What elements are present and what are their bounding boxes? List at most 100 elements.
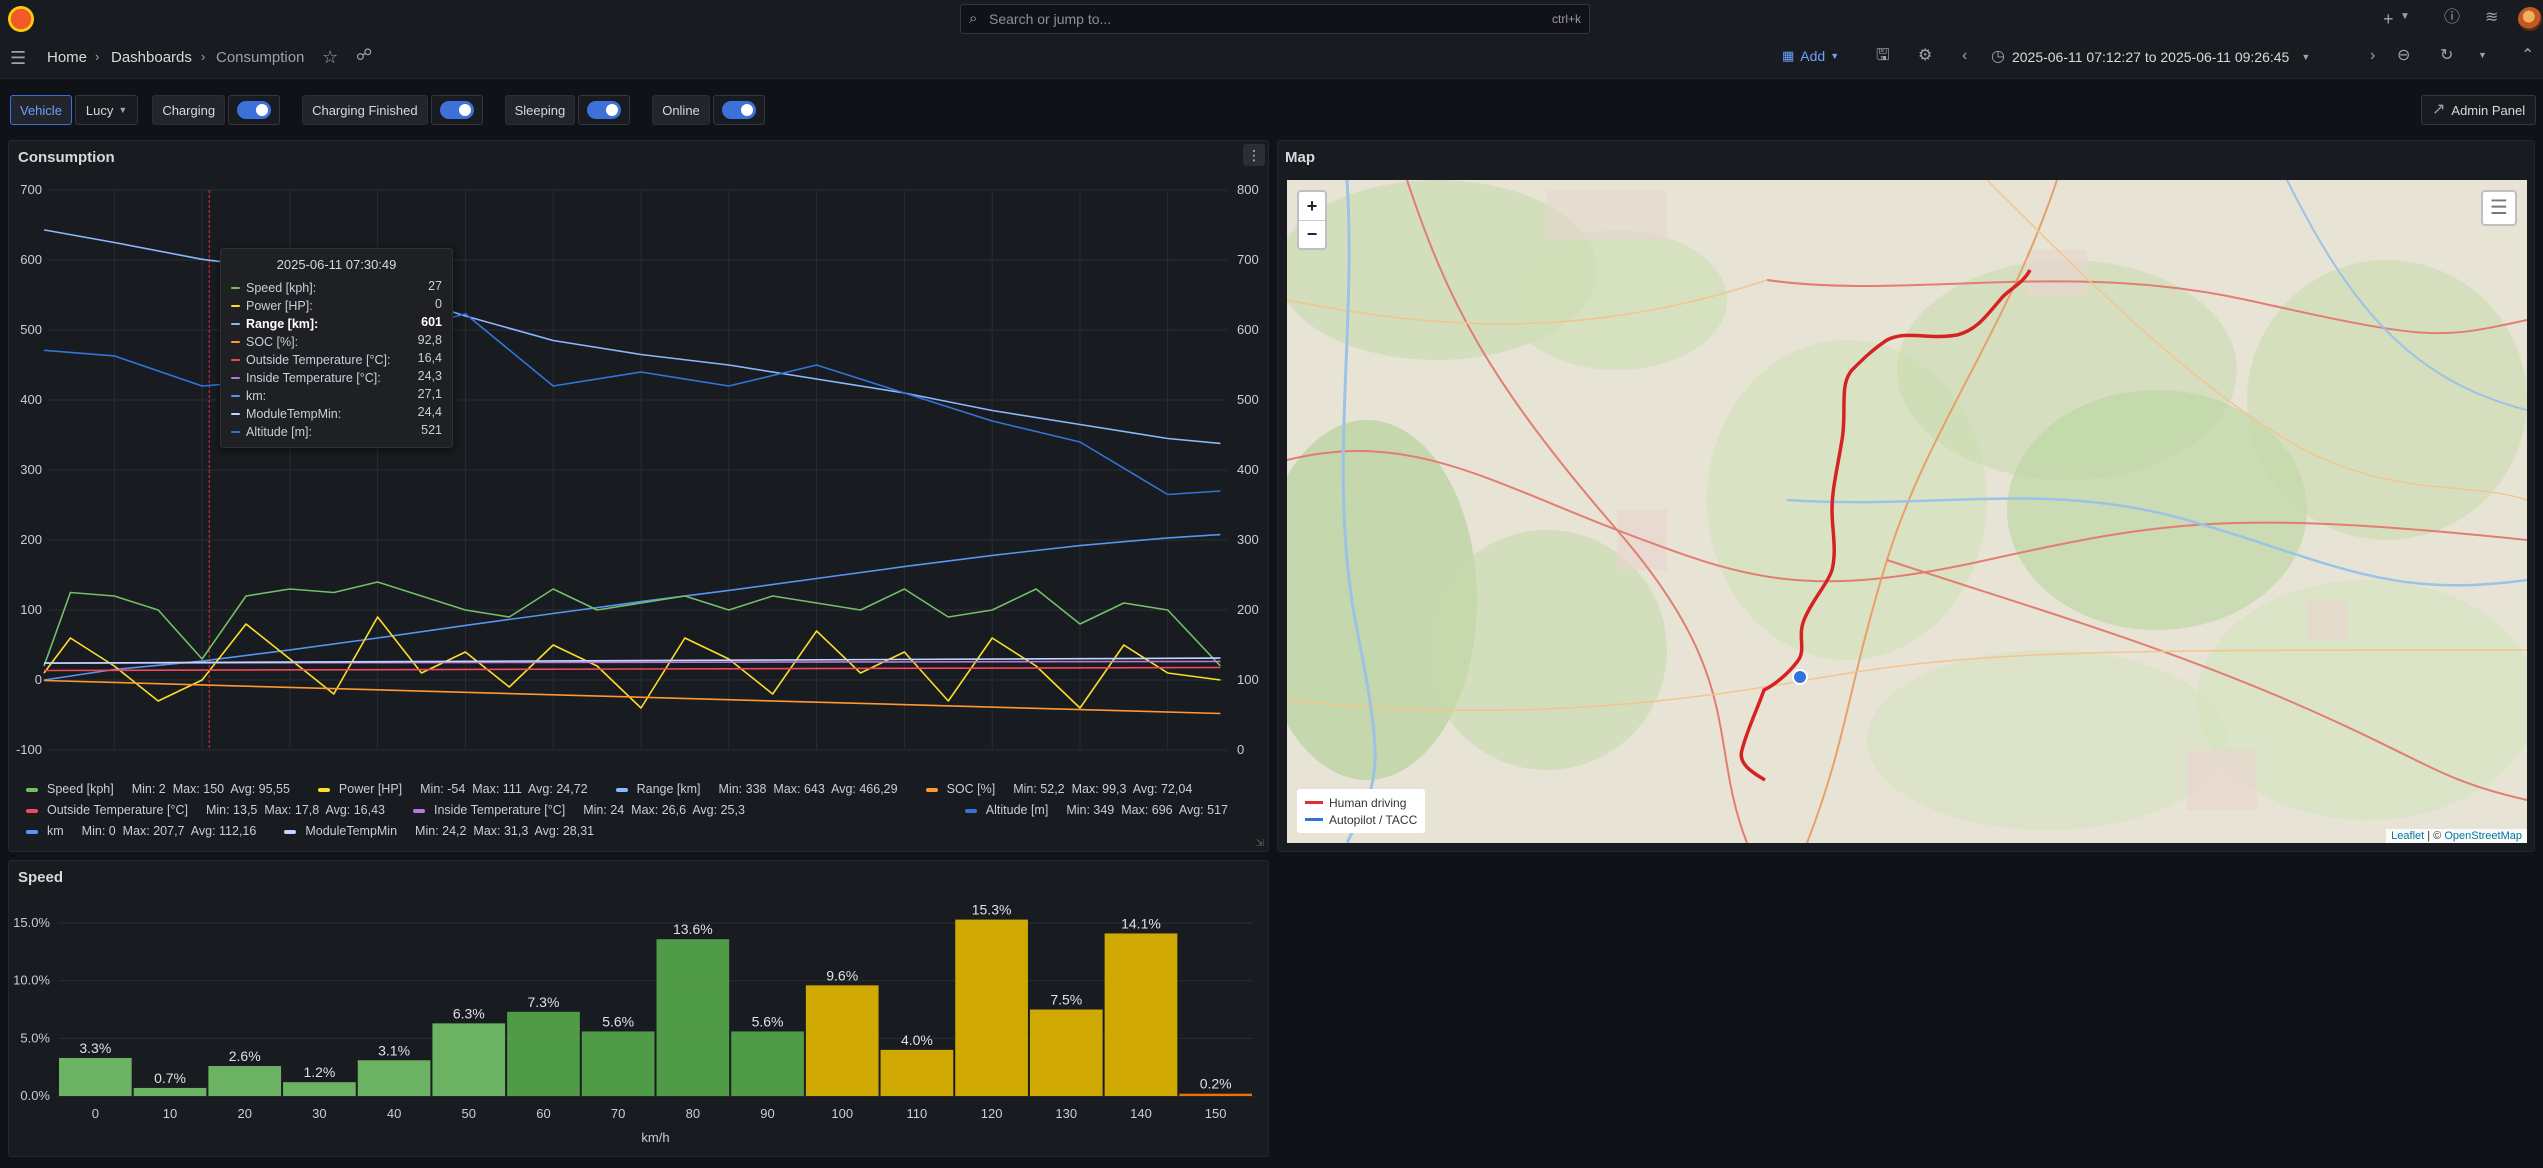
histogram-bar[interactable] xyxy=(880,1049,954,1096)
series-swatch xyxy=(964,808,977,813)
y-tick-label-right: 700 xyxy=(1237,252,1259,267)
legend-item[interactable]: SOC [%] Min: 52,2 Max: 99,3 Avg: 72,04 xyxy=(925,782,1192,796)
histogram-bar[interactable] xyxy=(357,1060,431,1096)
series-line[interactable] xyxy=(43,666,1221,672)
news-rss-icon[interactable]: ≋ xyxy=(2485,10,2498,26)
histogram-bar[interactable] xyxy=(1029,1009,1103,1096)
map-legend: Human driving Autopilot / TACC xyxy=(1297,789,1426,833)
time-range-picker[interactable]: ◷ 2025-06-11 07:12:27 to 2025-06-11 09:2… xyxy=(1991,49,2311,66)
histogram-bar[interactable] xyxy=(133,1087,207,1096)
x-tick-label: 08:20 xyxy=(625,759,658,760)
bar-value-label: 3.1% xyxy=(378,1042,410,1058)
legend-series-name: Range [km] xyxy=(636,782,701,796)
legend-item[interactable]: Power [HP] Min: -54 Max: 111 Avg: 24,72 xyxy=(317,782,588,796)
legend-item[interactable]: Speed [kph] Min: 2 Max: 150 Avg: 95,55 xyxy=(26,782,290,796)
x-tick-label: 130 xyxy=(1055,1106,1077,1121)
x-tick-label: 07:20 xyxy=(98,759,131,760)
tooltip-value: 24,4 xyxy=(417,405,442,419)
histogram-bar[interactable] xyxy=(581,1031,655,1096)
map-view[interactable]: + − ☰ Human driving Autopilot / TACC Leaf… xyxy=(1287,180,2527,843)
legend-item[interactable]: Inside Temperature [°C] Min: 24 Max: 26,6… xyxy=(413,803,745,817)
series-swatch xyxy=(284,829,297,834)
tooltip-row: Altitude [m]: 521 xyxy=(231,423,442,441)
time-range-text: 2025-06-11 07:12:27 to 2025-06-11 09:26:… xyxy=(2011,49,2290,65)
legend-item[interactable]: Altitude [m] Min: 349 Max: 696 Avg: 517 xyxy=(964,803,1228,817)
add-button[interactable]: ▦ Add ▼ xyxy=(1782,48,1839,64)
histogram-bar[interactable] xyxy=(59,1057,132,1096)
x-tick-label: 110 xyxy=(907,1106,928,1121)
external-link-icon: ↗ xyxy=(2432,101,2446,118)
tooltip-row: SOC [%]: 92,8 xyxy=(231,333,442,351)
refresh-icon[interactable]: ↻ xyxy=(2440,48,2453,64)
y-tick-label-left: 400 xyxy=(20,392,42,407)
osm-link[interactable]: OpenStreetMap xyxy=(2444,830,2522,842)
zoom-in-button[interactable]: + xyxy=(1299,192,1325,221)
series-line[interactable] xyxy=(43,581,1221,667)
tooltip-label: km: xyxy=(246,389,267,403)
time-back-icon[interactable]: ‹ xyxy=(1962,48,1967,64)
x-tick-label: 07:50 xyxy=(361,759,394,760)
help-icon[interactable]: ⓘ xyxy=(2444,10,2460,26)
layers-icon[interactable]: ☰ xyxy=(2481,190,2517,226)
histogram-bar[interactable] xyxy=(208,1066,282,1096)
y-tick-label-right: 200 xyxy=(1237,602,1259,617)
legend-item[interactable]: ModuleTempMin Min: 24,2 Max: 31,3 Avg: 28… xyxy=(284,824,594,838)
tooltip-value: 0 xyxy=(435,297,442,311)
legend-item[interactable]: Range [km] Min: 338 Max: 643 Avg: 466,29 xyxy=(615,782,898,796)
consumption-chart[interactable]: -100 0 100 200 300 400 500 600 700 0 100 200 300 400 5… xyxy=(0,0,1280,760)
legend-row: Outside Temperature [°C] Min: 13,5 Max: 1… xyxy=(26,803,1256,817)
zoom-out-button[interactable]: − xyxy=(1299,221,1325,249)
user-avatar[interactable] xyxy=(2518,7,2542,31)
histogram-bar[interactable] xyxy=(1104,933,1178,1096)
tooltip-row: Outside Temperature [°C]: 16,4 xyxy=(231,351,442,369)
y-tick-label-left: 500 xyxy=(20,322,42,337)
histogram-bar[interactable] xyxy=(955,919,1028,1096)
tooltip-value: 16,4 xyxy=(417,351,442,365)
y-tick-label-left: 600 xyxy=(20,252,42,267)
histogram-bar[interactable] xyxy=(805,985,879,1096)
vehicle-position-marker[interactable] xyxy=(1792,669,1808,685)
y-tick-label: 0.0% xyxy=(20,1088,50,1103)
histogram-bar[interactable] xyxy=(432,1023,506,1096)
series-swatch xyxy=(925,787,938,792)
histogram-bar[interactable] xyxy=(507,1011,580,1096)
tooltip-row: Range [km]: 601 xyxy=(231,315,442,333)
collapse-up-icon[interactable]: ⌃ xyxy=(2521,48,2534,64)
x-tick-label: 70 xyxy=(611,1106,625,1121)
x-tick-label: 07:40 xyxy=(274,759,307,760)
legend-series-name: SOC [%] xyxy=(946,782,996,796)
consumption-legend: Speed [kph] Min: 2 Max: 150 Avg: 95,55 Pow… xyxy=(26,782,1266,846)
save-icon[interactable]: 🖫 xyxy=(1876,48,1890,64)
chevron-down-icon: ▼ xyxy=(2301,51,2311,62)
histogram-bar[interactable] xyxy=(731,1031,804,1096)
leaflet-link[interactable]: Leaflet xyxy=(2391,830,2424,842)
settings-gear-icon[interactable]: ⚙ xyxy=(1918,48,1932,64)
tooltip-label: ModuleTempMin: xyxy=(246,407,342,421)
tooltip-value: 27 xyxy=(428,279,442,293)
x-tick-label: 20 xyxy=(237,1106,251,1121)
zoom-out-icon[interactable]: ⊖ xyxy=(2397,48,2410,64)
new-plus-icon[interactable]: + xyxy=(2383,10,2394,28)
tooltip-row: km: 27,1 xyxy=(231,387,442,405)
tooltip-label: Speed [kph]: xyxy=(246,281,317,295)
legend-item[interactable]: Outside Temperature [°C] Min: 13,5 Max: 1… xyxy=(26,803,385,817)
histogram-bar[interactable] xyxy=(656,939,730,1096)
legend-item[interactable]: km Min: 0 Max: 207,7 Avg: 112,16 xyxy=(26,824,256,838)
x-tick-label: 08:50 xyxy=(888,759,921,760)
x-tick-label: 30 xyxy=(312,1106,326,1121)
admin-panel-link[interactable]: ↗ Admin Panel xyxy=(2421,95,2537,125)
series-line[interactable] xyxy=(43,679,1221,715)
bar-value-label: 14.1% xyxy=(1121,915,1161,931)
chevron-down-icon[interactable]: ▼ xyxy=(2400,12,2410,22)
histogram-bar[interactable] xyxy=(1179,1093,1252,1096)
x-tick-label: 120 xyxy=(981,1106,1003,1121)
x-tick-label: 09:00 xyxy=(976,759,1009,760)
histogram-bar[interactable] xyxy=(283,1082,356,1096)
bar-value-label: 9.6% xyxy=(826,967,858,983)
series-swatch xyxy=(231,431,240,433)
time-forward-icon[interactable]: › xyxy=(2370,48,2375,64)
bar-value-label: 7.3% xyxy=(528,994,560,1010)
speed-histogram[interactable]: 0.0% 5.0% 10.0% 15.0% 3.3% 0 0.7% 10 2.6% 20 1.2% 3… xyxy=(0,860,1280,1160)
refresh-interval-chevron-icon[interactable]: ▼ xyxy=(2478,51,2487,60)
legend-stats: Min: 24 Max: 26,6 Avg: 25,3 xyxy=(583,803,745,817)
